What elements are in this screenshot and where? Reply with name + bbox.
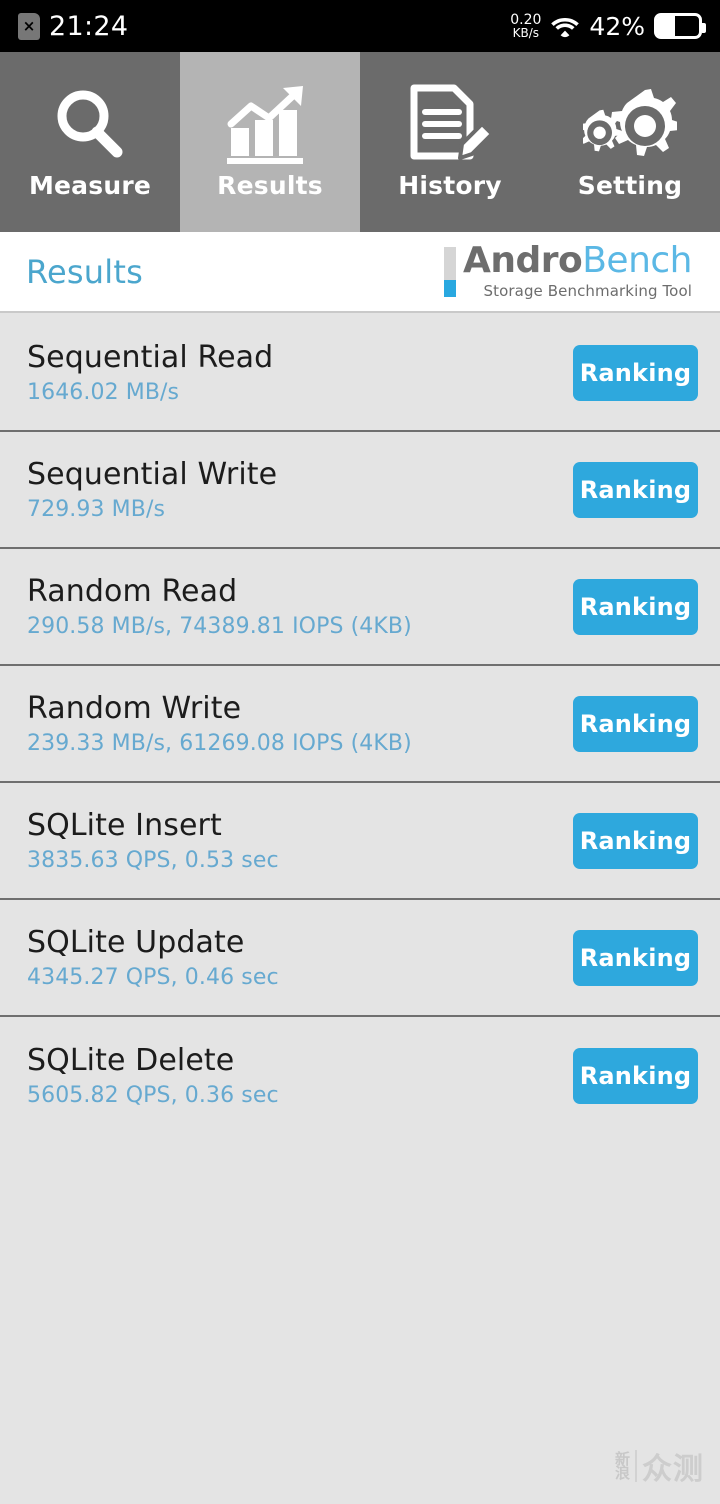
result-text: Random Write 239.33 MB/s, 61269.08 IOPS … <box>27 691 412 756</box>
page-title: Results <box>26 252 143 291</box>
main-tab-bar: Measure Results History Setting <box>0 52 720 232</box>
battery-icon <box>654 13 706 39</box>
ranking-button[interactable]: Ranking <box>573 929 698 986</box>
result-text: Sequential Read 1646.02 MB/s <box>27 340 273 405</box>
document-pencil-icon <box>406 84 494 165</box>
result-value: 3835.63 QPS, 0.53 sec <box>27 848 279 873</box>
magnifier-icon <box>49 85 131 165</box>
ranking-button[interactable]: Ranking <box>573 695 698 752</box>
status-bar: × 21:24 0.20 KB/s 42% <box>0 0 720 52</box>
tab-results-label: Results <box>217 170 323 200</box>
result-text: Random Read 290.58 MB/s, 74389.81 IOPS (… <box>27 574 412 639</box>
watermark-divider <box>635 1450 637 1482</box>
tab-measure-label: Measure <box>28 170 152 200</box>
tab-results[interactable]: Results <box>180 52 360 232</box>
sim-card-x-icon: × <box>18 12 40 40</box>
result-value: 1646.02 MB/s <box>27 380 180 405</box>
logo-andro: Andro <box>462 240 583 281</box>
page-header: Results AndroBench Storage Benchmarking … <box>0 232 720 313</box>
result-value: 239.33 MB/s, 61269.08 IOPS (4KB) <box>27 731 412 756</box>
result-text: SQLite Insert 3835.63 QPS, 0.53 sec <box>27 808 279 873</box>
battery-fill <box>657 16 675 36</box>
tab-measure[interactable]: Measure <box>0 52 180 232</box>
result-name: Random Read <box>27 574 238 609</box>
result-value: 5605.82 QPS, 0.36 sec <box>27 1083 279 1108</box>
result-name: SQLite Insert <box>27 808 222 843</box>
tab-history[interactable]: History <box>360 52 540 232</box>
result-name: Sequential Read <box>27 340 274 375</box>
ranking-button[interactable]: Ranking <box>573 1047 698 1104</box>
result-name: SQLite Delete <box>27 1043 235 1078</box>
logo-wordmark: AndroBench <box>462 240 693 281</box>
gears-icon <box>583 85 677 165</box>
result-text: SQLite Update 4345.27 QPS, 0.46 sec <box>27 925 279 990</box>
watermark-zhongce: 众测 <box>642 1452 704 1487</box>
logo-mark-top <box>443 246 456 280</box>
status-bar-clock: 21:24 <box>49 10 129 42</box>
result-text: Sequential Write 729.93 MB/s <box>27 457 277 522</box>
table-row[interactable]: Random Write 239.33 MB/s, 61269.08 IOPS … <box>0 666 720 783</box>
table-row[interactable]: Random Read 290.58 MB/s, 74389.81 IOPS (… <box>0 549 720 666</box>
logo-bench: Bench <box>582 240 692 281</box>
network-speed-unit: KB/s <box>512 26 540 41</box>
tab-history-label: History <box>398 170 502 200</box>
watermark: 新 浪 众测 <box>615 1444 704 1488</box>
network-speed-indicator: 0.20 KB/s <box>510 11 542 41</box>
table-row[interactable]: Sequential Write 729.93 MB/s Ranking <box>0 432 720 549</box>
table-row[interactable]: SQLite Update 4345.27 QPS, 0.46 sec Rank… <box>0 900 720 1017</box>
ranking-button[interactable]: Ranking <box>573 461 698 518</box>
app-screen: × 21:24 0.20 KB/s 42% Measure Results Hi… <box>0 0 720 1504</box>
result-name: Random Write <box>27 691 242 726</box>
result-value: 729.93 MB/s <box>27 497 166 522</box>
logo-mark-icon <box>443 246 456 297</box>
ranking-button[interactable]: Ranking <box>573 812 698 869</box>
status-bar-right: 0.20 KB/s 42% <box>510 11 706 41</box>
logo-subtitle: Storage Benchmarking Tool <box>483 282 692 300</box>
watermark-sina-line2: 浪 <box>614 1464 630 1482</box>
androbench-logo: AndroBench Storage Benchmarking Tool <box>443 240 694 301</box>
logo-text: AndroBench Storage Benchmarking Tool <box>462 240 693 301</box>
result-value: 4345.27 QPS, 0.46 sec <box>27 965 279 990</box>
results-list: Sequential Read 1646.02 MB/s Ranking Seq… <box>0 315 720 1134</box>
network-speed-value: 0.20 <box>510 11 542 28</box>
logo-mark-bottom <box>443 279 456 297</box>
tab-setting-label: Setting <box>577 170 683 200</box>
table-row[interactable]: Sequential Read 1646.02 MB/s Ranking <box>0 315 720 432</box>
result-value: 290.58 MB/s, 74389.81 IOPS (4KB) <box>27 614 412 639</box>
table-row[interactable]: SQLite Delete 5605.82 QPS, 0.36 sec Rank… <box>0 1017 720 1134</box>
table-row[interactable]: SQLite Insert 3835.63 QPS, 0.53 sec Rank… <box>0 783 720 900</box>
watermark-sina: 新 浪 <box>614 1451 630 1482</box>
result-name: Sequential Write <box>27 457 278 492</box>
ranking-button[interactable]: Ranking <box>573 344 698 401</box>
bar-chart-arrow-icon <box>225 85 315 165</box>
battery-percent-label: 42% <box>589 11 645 41</box>
result-text: SQLite Delete 5605.82 QPS, 0.36 sec <box>27 1043 279 1108</box>
ranking-button[interactable]: Ranking <box>573 578 698 635</box>
result-name: SQLite Update <box>27 925 245 960</box>
wifi-icon <box>550 14 580 38</box>
tab-setting[interactable]: Setting <box>540 52 720 232</box>
status-bar-left: × 21:24 <box>18 11 128 42</box>
